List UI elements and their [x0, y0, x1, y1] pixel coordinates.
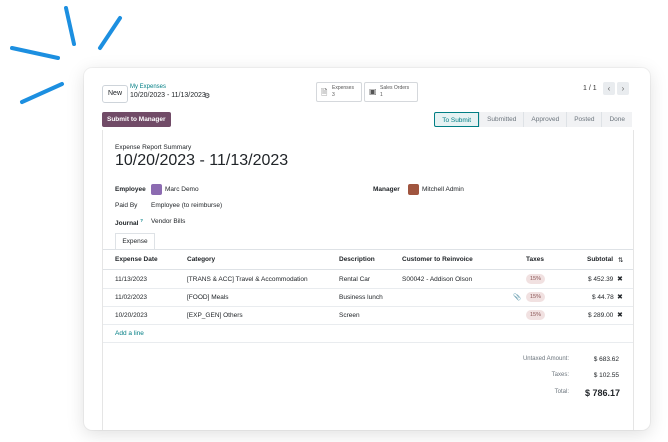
table-header: Expense Date Category Description Custom…	[103, 250, 633, 270]
untaxed-value: $ 683.62	[593, 356, 619, 363]
taxes-label: Taxes:	[551, 372, 569, 378]
col-taxes[interactable]: Taxes	[526, 256, 544, 263]
row-customer: S00042 - Addison Olson	[402, 276, 473, 283]
row-subtotal: $ 44.78	[592, 294, 614, 301]
delete-row-icon[interactable]: ✖	[617, 275, 623, 283]
row-subtotal: $ 452.39	[588, 276, 614, 283]
column-options-icon[interactable]: ⇅	[618, 256, 623, 264]
form-sheet: Expense Report Summary 10/20/2023 - 11/1…	[102, 130, 634, 430]
employee-label: Employee	[115, 186, 146, 193]
tax-badge: 15%	[526, 310, 546, 320]
summary-label: Expense Report Summary	[115, 144, 192, 151]
paid-by-field[interactable]: Employee (to reimburse)	[151, 202, 222, 209]
chevron-right-icon[interactable]: ›	[617, 82, 629, 95]
row-category: [EXP_GEN] Others	[187, 312, 243, 319]
breadcrumb-current: 10/20/2023 - 11/13/2023	[130, 92, 206, 99]
row-date: 11/13/2023	[115, 276, 148, 283]
row-category: [TRANS & ACC] Travel & Accommodation	[187, 276, 308, 283]
row-date: 11/02/2023	[115, 294, 148, 301]
col-expense-date[interactable]: Expense Date	[115, 256, 158, 263]
row-subtotal: $ 289.00	[588, 312, 614, 319]
table-row[interactable]: 11/02/2023 [FOOD] Meals Business lunch 📎…	[103, 288, 633, 307]
new-button[interactable]: New	[102, 85, 129, 103]
row-category: [FOOD] Meals	[187, 294, 229, 301]
table-row[interactable]: 11/13/2023 [TRANS & ACC] Travel & Accomm…	[103, 270, 633, 289]
journal-field[interactable]: Vendor Bills	[151, 218, 185, 225]
submit-to-manager-button[interactable]: Submit to Manager	[102, 112, 171, 127]
row-description: Business lunch	[339, 294, 383, 301]
taxes-value: $ 102.55	[593, 372, 619, 379]
gear-icon[interactable]: ⚙	[204, 92, 210, 100]
expenses-smart-count: 3	[332, 92, 335, 98]
row-date: 10/20/2023	[115, 312, 148, 319]
employee-field[interactable]: Marc Demo	[165, 186, 199, 193]
breadcrumb-parent-link[interactable]: My Expenses	[130, 84, 166, 90]
col-customer[interactable]: Customer to Reinvoice	[402, 256, 473, 263]
manager-label: Manager	[373, 186, 400, 193]
stage-done[interactable]: Done	[601, 112, 632, 127]
table-row[interactable]: 10/20/2023 [EXP_GEN] Others Screen 15% $…	[103, 306, 633, 325]
tax-badge: 15%	[526, 292, 546, 302]
add-a-line-link[interactable]: Add a line	[115, 330, 144, 337]
document-icon: 🗎	[321, 88, 328, 97]
sales-orders-smart-label: Sales Orders	[380, 85, 410, 91]
paperclip-icon[interactable]: 📎	[513, 293, 521, 301]
odoo-window: New My Expenses 10/20/2023 - 11/13/2023 …	[84, 68, 650, 430]
manager-avatar	[408, 184, 419, 195]
expenses-smart-label: Expenses	[332, 85, 354, 91]
stage-submitted[interactable]: Submitted	[479, 112, 524, 127]
paid-by-label: Paid By	[115, 202, 138, 209]
sales-orders-smart-count: 1	[380, 92, 383, 98]
report-title[interactable]: 10/20/2023 - 11/13/2023	[115, 152, 288, 170]
control-panel: New My Expenses 10/20/2023 - 11/13/2023 …	[84, 68, 650, 106]
stage-approved[interactable]: Approved	[523, 112, 567, 127]
col-description[interactable]: Description	[339, 256, 375, 263]
pager-value[interactable]: 1 / 1	[583, 85, 597, 92]
help-tooltip-icon[interactable]: ?	[140, 218, 143, 223]
status-bar: Submit to Manager To Submit Submitted Ap…	[102, 110, 632, 128]
expenses-smart-button[interactable]: 🗎 Expenses 3	[316, 82, 362, 102]
money-icon: ▣	[369, 87, 377, 96]
add-line-row: Add a line	[103, 324, 633, 343]
delete-row-icon[interactable]: ✖	[617, 293, 623, 301]
tab-expense[interactable]: Expense	[115, 233, 155, 250]
manager-field[interactable]: Mitchell Admin	[422, 186, 464, 193]
row-description: Rental Car	[339, 276, 371, 283]
sales-orders-smart-button[interactable]: ▣ Sales Orders 1	[364, 82, 418, 102]
stage-to-submit[interactable]: To Submit	[434, 112, 480, 127]
total-value: $ 786.17	[585, 388, 621, 398]
row-description: Screen	[339, 312, 360, 319]
journal-label-text: Journal	[115, 220, 139, 228]
col-subtotal[interactable]: Subtotal	[587, 256, 613, 263]
chevron-left-icon[interactable]: ‹	[603, 82, 615, 95]
journal-label: Journal ?	[115, 218, 143, 227]
total-label: Total:	[554, 389, 569, 395]
col-category[interactable]: Category	[187, 256, 215, 263]
untaxed-label: Untaxed Amount:	[522, 356, 569, 362]
tax-badge: 15%	[526, 274, 546, 284]
stage-pipeline: To Submit Submitted Approved Posted Done	[434, 112, 632, 127]
delete-row-icon[interactable]: ✖	[617, 311, 623, 319]
stage-posted[interactable]: Posted	[566, 112, 602, 127]
employee-avatar	[151, 184, 162, 195]
